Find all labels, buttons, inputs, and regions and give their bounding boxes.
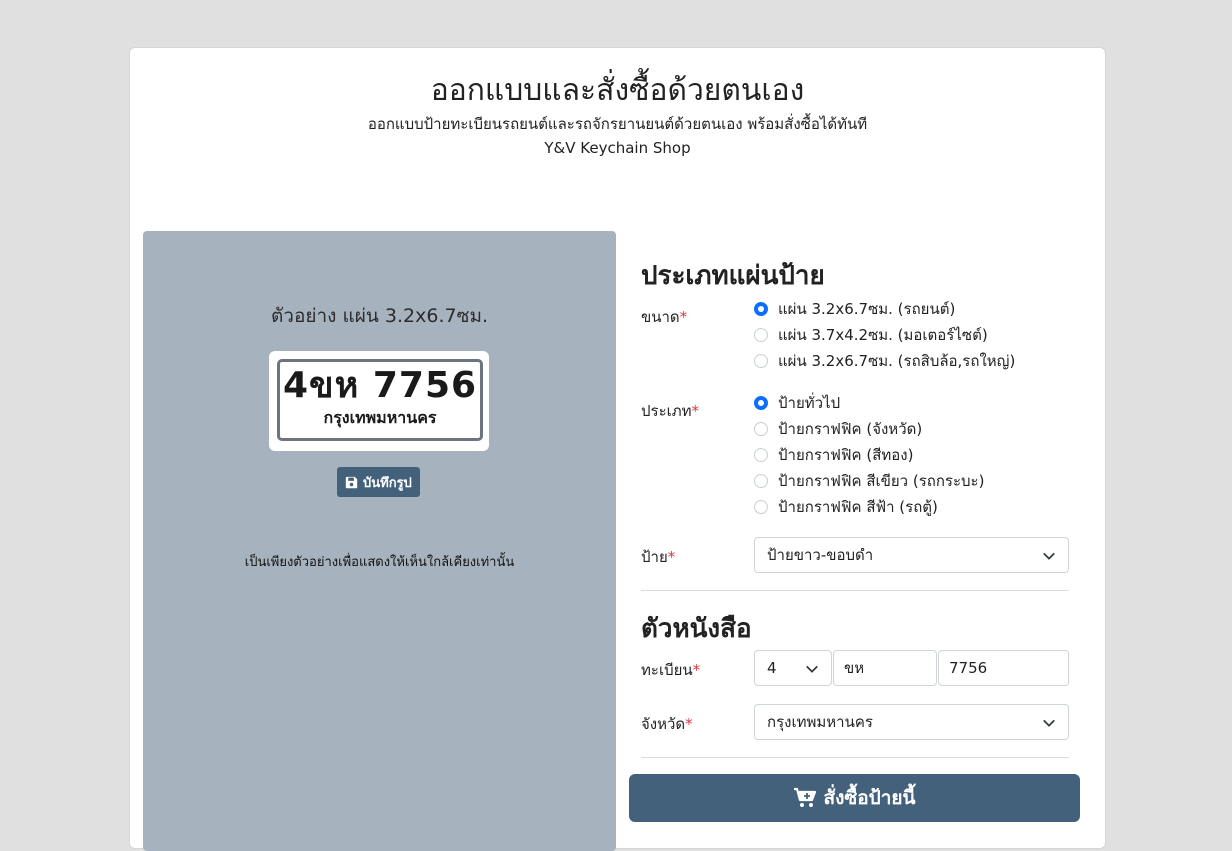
- plate-style-select[interactable]: ป้ายขาว-ขอบดำ: [754, 537, 1069, 573]
- registration-letters-input[interactable]: ขห: [833, 650, 937, 686]
- section-letters: ตัวหนังสือ: [641, 614, 752, 644]
- section-plate-type: ประเภทแผ่นป้าย: [641, 261, 825, 291]
- province-value: กรุงเทพมหานคร: [767, 713, 873, 731]
- registration-prefix-select[interactable]: 4: [754, 650, 832, 686]
- required-mark: *: [679, 308, 688, 326]
- preview-note: เป็นเพียงตัวอย่างเพื่อแสดงให้เห็นใกล้เคี…: [244, 555, 515, 570]
- plate-style-value: ป้ายขาว-ขอบดำ: [767, 546, 874, 564]
- page-title: ออกแบบและสั่งซื้อด้วยตนเอง: [430, 73, 805, 108]
- shop-name: Y&V Keychain Shop: [544, 139, 691, 157]
- registration-letters-value: ขห: [844, 659, 865, 677]
- radio-icon[interactable]: [754, 500, 768, 514]
- type-option-label: ป้ายกราฟฟิค (สีทอง): [778, 446, 914, 464]
- type-option-graphic-green[interactable]: ป้ายกราฟฟิค สีเขียว (รถกระบะ): [754, 468, 984, 494]
- province-select[interactable]: กรุงเทพมหานคร: [754, 704, 1069, 740]
- page-header: ออกแบบและสั่งซื้อด้วยตนเอง ออกแบบป้ายทะเ…: [130, 70, 1105, 160]
- chevron-down-icon: [1043, 552, 1055, 560]
- order-plate-button[interactable]: สั่งซื้อป้ายนี้: [629, 774, 1080, 822]
- registration-prefix-value: 4: [767, 659, 777, 677]
- plate-style-label: ป้าย*: [641, 545, 675, 569]
- size-option-label: แผ่น 3.7x4.2ซม. (มอเตอร์ไซต์): [778, 326, 988, 344]
- save-image-button[interactable]: บันทึกรูป: [337, 467, 420, 497]
- plate-province: กรุงเทพมหานคร: [323, 408, 437, 427]
- plate-preview-panel: ตัวอย่าง แผ่น 3.2x6.7ซม. 4ขห 7756 กรุงเท…: [143, 231, 616, 851]
- radio-icon[interactable]: [754, 422, 768, 436]
- radio-icon[interactable]: [754, 354, 768, 368]
- floppy-disk-icon: [345, 476, 358, 488]
- radio-selected-icon[interactable]: [754, 396, 768, 410]
- type-option-label: ป้ายกราฟฟิค สีฟ้า (รถตู้): [778, 498, 938, 516]
- size-label: ขนาด*: [641, 305, 687, 329]
- radio-icon[interactable]: [754, 328, 768, 342]
- registration-label-text: ทะเบียน: [641, 661, 693, 679]
- divider: [641, 757, 1069, 758]
- type-label-text: ประเภท: [641, 402, 692, 420]
- plate-preview: 4ขห 7756 กรุงเทพมหานคร: [269, 351, 489, 451]
- radio-icon[interactable]: [754, 448, 768, 462]
- plate-style-label-text: ป้าย: [641, 548, 668, 566]
- province-label-text: จังหวัด: [641, 715, 686, 733]
- chevron-down-icon: [806, 665, 818, 673]
- size-option-motorcycle[interactable]: แผ่น 3.7x4.2ซม. (มอเตอร์ไซต์): [754, 322, 1015, 348]
- type-option-label: ป้ายกราฟฟิค (จังหวัด): [778, 420, 923, 438]
- order-plate-label: สั่งซื้อป้ายนี้: [823, 787, 916, 809]
- size-label-text: ขนาด: [641, 308, 680, 326]
- page-subtitle: ออกแบบป้ายทะเบียนรถยนต์และรถจักรยานยนต์ด…: [367, 115, 868, 133]
- cart-plus-icon: [794, 787, 817, 807]
- province-label: จังหวัด*: [641, 712, 693, 736]
- required-mark: *: [667, 548, 676, 566]
- type-option-graphic-gold[interactable]: ป้ายกราฟฟิค (สีทอง): [754, 442, 984, 468]
- registration-label: ทะเบียน*: [641, 658, 700, 682]
- radio-selected-icon[interactable]: [754, 302, 768, 316]
- size-radio-group: แผ่น 3.2x6.7ซม. (รถยนต์) แผ่น 3.7x4.2ซม.…: [754, 296, 1015, 374]
- type-option-label: ป้ายกราฟฟิค สีเขียว (รถกระบะ): [778, 472, 985, 490]
- license-plate: 4ขห 7756 กรุงเทพมหานคร: [277, 359, 483, 441]
- size-option-car[interactable]: แผ่น 3.2x6.7ซม. (รถยนต์): [754, 296, 1015, 322]
- registration-number-value: 7756: [949, 659, 988, 677]
- size-option-truck[interactable]: แผ่น 3.2x6.7ซม. (รถสิบล้อ,รถใหญ่): [754, 348, 1015, 374]
- size-option-label: แผ่น 3.2x6.7ซม. (รถยนต์): [778, 300, 956, 318]
- registration-number-input[interactable]: 7756: [938, 650, 1069, 686]
- divider: [641, 590, 1069, 591]
- plate-number: 4ขห 7756: [282, 365, 478, 406]
- required-mark: *: [692, 661, 701, 679]
- type-label: ประเภท*: [641, 399, 699, 423]
- type-option-label: ป้ายทั่วไป: [778, 394, 841, 412]
- type-option-general[interactable]: ป้ายทั่วไป: [754, 390, 984, 416]
- type-option-graphic-province[interactable]: ป้ายกราฟฟิค (จังหวัด): [754, 416, 984, 442]
- save-image-label: บันทึกรูป: [363, 475, 412, 491]
- required-mark: *: [691, 402, 700, 420]
- type-option-graphic-blue[interactable]: ป้ายกราฟฟิค สีฟ้า (รถตู้): [754, 494, 984, 520]
- radio-icon[interactable]: [754, 474, 768, 488]
- required-mark: *: [685, 715, 693, 733]
- type-radio-group: ป้ายทั่วไป ป้ายกราฟฟิค (จังหวัด) ป้ายกรา…: [754, 390, 984, 520]
- main-card: ออกแบบและสั่งซื้อด้วยตนเอง ออกแบบป้ายทะเ…: [129, 47, 1106, 851]
- preview-title: ตัวอย่าง แผ่น 3.2x6.7ซม.: [270, 305, 489, 327]
- chevron-down-icon: [1043, 719, 1055, 727]
- size-option-label: แผ่น 3.2x6.7ซม. (รถสิบล้อ,รถใหญ่): [778, 352, 1016, 370]
